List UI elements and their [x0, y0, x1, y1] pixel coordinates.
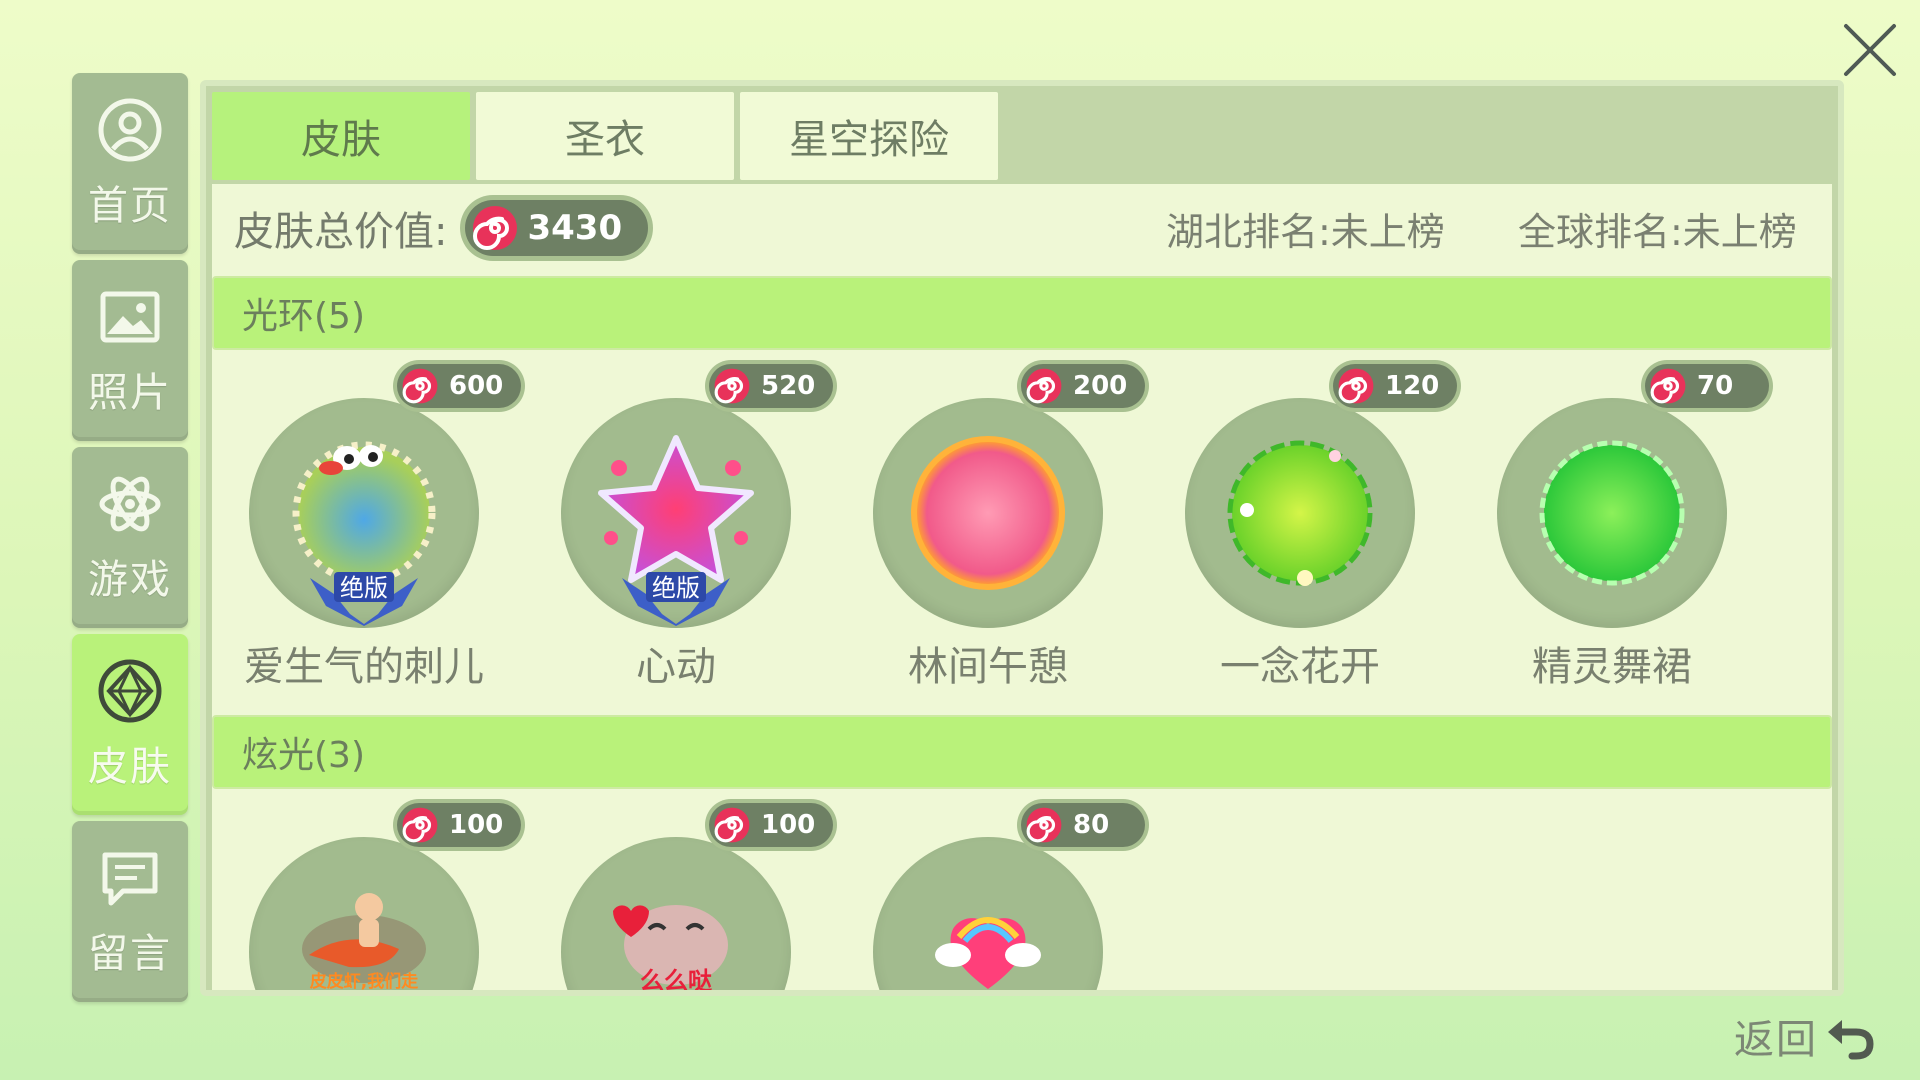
atom-icon: [97, 471, 163, 541]
badge-text: 绝版: [340, 574, 388, 602]
back-label: 返回: [1734, 1017, 1818, 1063]
sidebar-item-label: 首页: [88, 182, 172, 229]
out-of-print-badge: 绝版: [310, 572, 418, 626]
return-arrow-icon: [1828, 1020, 1874, 1060]
tab-bar: 皮肤 圣衣 星空探险: [212, 92, 1004, 180]
rainbow-heart-art: [935, 917, 1041, 989]
sidebar-item-label: 游戏: [88, 556, 172, 603]
hubei-rank: 湖北排名:未上榜: [1166, 209, 1445, 254]
price-pill: 600: [397, 364, 521, 408]
fairy-dance-halo-art: [1539, 440, 1685, 586]
sidebar-item-label: 皮肤: [88, 743, 172, 790]
candy-coin-icon: [714, 368, 750, 404]
diamond-icon: [97, 658, 163, 728]
global-rank: 全球排名:未上榜: [1518, 209, 1797, 254]
skin-item[interactable]: 绝版 600 爱生气的刺儿: [212, 364, 521, 690]
section-glow-header: 炫光(3): [212, 715, 1832, 789]
skin-item[interactable]: 么么哒 100: [524, 803, 833, 990]
skin-item[interactable]: 200 林间午憩: [836, 364, 1145, 690]
flower-bloom-halo-art: [1227, 440, 1373, 586]
candy-coin-icon: [714, 807, 750, 843]
back-button[interactable]: 返回: [1734, 1006, 1878, 1066]
candy-coin-icon: [402, 368, 438, 404]
sidebar-item-messages[interactable]: 留言: [72, 821, 188, 1002]
tab-saint-cloth[interactable]: 圣衣: [476, 92, 734, 180]
skin-name: 爱生气的刺儿: [244, 644, 484, 690]
price-pill: 200: [1021, 364, 1145, 408]
sidebar-item-photos[interactable]: 照片: [72, 260, 188, 441]
candy-coin-icon: [1026, 807, 1062, 843]
kiss-face-art: 么么哒: [613, 905, 728, 990]
skin-name: 心动: [636, 644, 716, 690]
forest-nap-halo-art: [911, 436, 1065, 590]
price-value: 80: [1073, 810, 1110, 840]
sidebar-item-games[interactable]: 游戏: [72, 447, 188, 628]
shrimp-rider-art: 皮皮虾,我们走: [302, 893, 426, 990]
skin-item[interactable]: 80: [836, 803, 1145, 990]
total-value-label: 皮肤总价值:: [234, 209, 448, 255]
candy-coin-icon: [1650, 368, 1686, 404]
sidebar-item-label: 留言: [88, 930, 172, 977]
price-value: 70: [1697, 371, 1734, 401]
photo-icon: [97, 284, 163, 354]
candy-coin-icon: [473, 206, 518, 250]
skin-item[interactable]: 120 一念花开: [1148, 364, 1457, 690]
section-halo-header: 光环(5): [212, 276, 1832, 350]
badge-text: 绝版: [652, 574, 700, 602]
price-pill: 520: [709, 364, 833, 408]
price-value: 100: [449, 810, 504, 840]
sidebar: 首页 照片 游戏 皮肤 留言: [72, 73, 188, 1008]
message-icon: [97, 845, 163, 915]
tab-skins[interactable]: 皮肤: [212, 92, 470, 180]
price-pill: 70: [1645, 364, 1769, 408]
close-button[interactable]: [1838, 18, 1902, 82]
tab-star-adventure[interactable]: 星空探险: [740, 92, 998, 180]
art-caption: 么么哒: [640, 967, 712, 990]
price-pill: 120: [1333, 364, 1457, 408]
total-value: 3430: [527, 208, 623, 248]
user-icon: [97, 97, 163, 167]
skin-item[interactable]: 绝版 520 心动: [524, 364, 833, 690]
out-of-print-badge: 绝版: [622, 572, 730, 626]
skin-item[interactable]: 皮皮虾,我们走 100: [212, 803, 521, 990]
price-value: 600: [449, 371, 504, 401]
candy-coin-icon: [1026, 368, 1062, 404]
sidebar-item-skins[interactable]: 皮肤: [72, 634, 188, 815]
summary-row: 皮肤总价值: 3430 湖北排名:未上榜 全球排名:未上榜: [212, 184, 1832, 272]
skin-item[interactable]: 70 精灵舞裙: [1460, 364, 1769, 690]
skin-name: 林间午憩: [908, 644, 1068, 690]
close-icon: [1844, 24, 1896, 76]
sidebar-item-label: 照片: [88, 369, 172, 416]
candy-coin-icon: [402, 807, 438, 843]
price-value: 200: [1073, 371, 1128, 401]
skin-name: 一念花开: [1220, 644, 1380, 690]
candy-coin-icon: [1338, 368, 1374, 404]
skins-content[interactable]: 皮肤总价值: 3430 湖北排名:未上榜 全球排名:未上榜 光环(5) 绝版 6…: [212, 184, 1832, 990]
sidebar-item-home[interactable]: 首页: [72, 73, 188, 254]
price-pill: 100: [709, 803, 833, 847]
price-value: 520: [761, 371, 816, 401]
total-value-pill: 3430: [465, 200, 649, 256]
skin-name: 精灵舞裙: [1532, 644, 1692, 690]
main-panel: 皮肤 圣衣 星空探险 皮肤总价值: 3430 湖北排名:未上榜 全球排名:未上榜…: [200, 80, 1844, 996]
price-pill: 80: [1021, 803, 1145, 847]
art-caption: 皮皮虾,我们走: [310, 971, 418, 990]
price-pill: 100: [397, 803, 521, 847]
price-value: 100: [761, 810, 816, 840]
price-value: 120: [1385, 371, 1440, 401]
